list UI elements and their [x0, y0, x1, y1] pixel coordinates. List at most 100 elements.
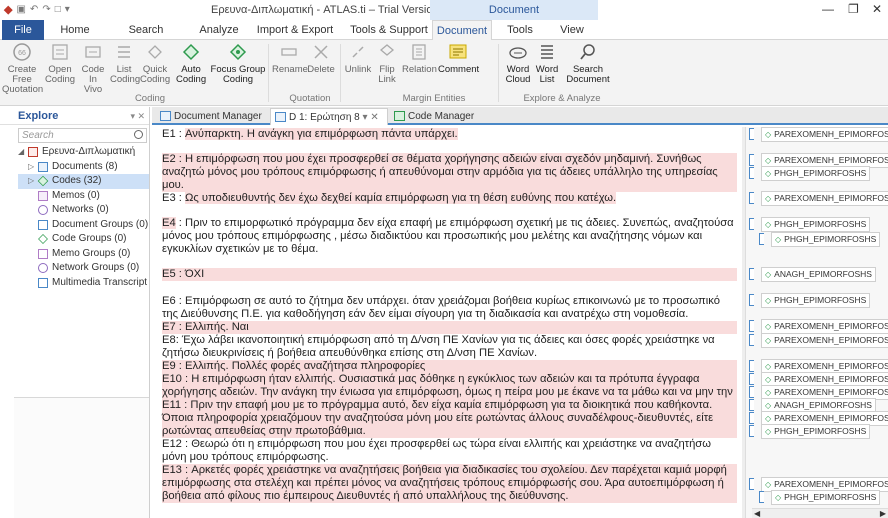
quotation-bracket[interactable] — [759, 491, 764, 503]
margin-code[interactable]: ◇ PAREXOMENH_EPIMORFOSH — [749, 332, 888, 348]
margin-code[interactable]: ◇ PHGH_EPIMORFOSHS — [749, 292, 871, 308]
quotation-bracket[interactable] — [749, 386, 754, 398]
margin-code[interactable]: ◇ PAREXOMENH_EPIMORFOSH — [749, 410, 888, 426]
quotation-bracket[interactable] — [749, 154, 754, 166]
paragraph-text[interactable]: Ελλιπής. Πολλές φορές αναζήτησα πληροφορ… — [185, 360, 425, 372]
tree-item-network-groups[interactable]: Network Groups (0) — [18, 261, 149, 276]
tree-item-networks[interactable]: Networks (0) — [18, 203, 149, 218]
scroll-right-icon[interactable]: ▶ — [880, 509, 886, 518]
quotation-bracket[interactable] — [749, 399, 754, 411]
relation-button[interactable]: Relation — [402, 42, 437, 75]
tree-item-multimedia[interactable]: Multimedia Transcript — [18, 276, 149, 291]
margin-code[interactable]: ◇ PHGH_EPIMORFOSHS — [749, 216, 871, 232]
quotation-bracket[interactable] — [749, 478, 754, 490]
quick-coding-button[interactable]: Quick Coding — [140, 42, 170, 85]
tab-tools[interactable]: Tools — [500, 20, 540, 40]
search-document-button[interactable]: Search Document — [564, 42, 612, 85]
pin-icon[interactable]: ▾ ✕ — [130, 107, 145, 125]
code-tag[interactable]: ◇ PAREXOMENH_EPIMORFOSH — [761, 332, 888, 348]
explore-search-input[interactable]: Search — [18, 128, 147, 143]
margin-code[interactable]: ◇ PHGH_EPIMORFOSHS — [749, 423, 871, 439]
quotation-bracket[interactable] — [749, 167, 754, 179]
quotation-bracket[interactable] — [749, 373, 754, 385]
paragraph-text[interactable]: Έχω λάβει ικανοποιητική επιμόρφωση από τ… — [162, 334, 715, 359]
paragraph-text[interactable]: Ανύπαρκτη. Η ανάγκη για επιμόρφωση πάντα… — [185, 128, 458, 140]
rename-button[interactable]: Rename — [272, 42, 308, 75]
new-icon[interactable]: □ — [55, 4, 61, 15]
undo-icon[interactable]: ↶ — [30, 4, 38, 15]
margin-code[interactable]: ◇ PAREXOMENH_EPIMORFOSH — [749, 358, 888, 374]
tab-close-icon[interactable]: ▾ ✕ — [363, 112, 379, 123]
code-tag[interactable]: ◇ PHGH_EPIMORFOSHS — [771, 489, 881, 505]
margin-area[interactable]: ◇ PAREXOMENH_EPIMORFOSH ◇ PAREXOMENH_EPIMO… — [745, 127, 888, 518]
code-tag[interactable]: ◇ PAREXOMENH_EPIMORFOSH — [761, 127, 888, 142]
margin-code[interactable]: ◇ PAREXOMENH_EPIMORFOSH — [749, 371, 888, 387]
tree-item-memos[interactable]: Memos (0) — [18, 189, 149, 204]
tab-document[interactable]: Document — [432, 20, 492, 41]
delete-button[interactable]: Delete — [306, 42, 336, 75]
quotation-bracket[interactable] — [749, 128, 754, 140]
auto-coding-button[interactable]: Auto Coding — [176, 42, 206, 85]
tab-import-export[interactable]: Import & Export — [255, 20, 335, 40]
margin-code[interactable]: ◇ PAREXOMENH_EPIMORFOSH — [749, 127, 888, 142]
tab-search-project[interactable]: Search Project — [110, 20, 182, 56]
margin-code[interactable]: ◇ PAREXOMENH_EPIMORFOSH — [749, 190, 888, 206]
tree-item-project[interactable]: ◢ Ερευνα-Διπλωματική — [18, 145, 149, 160]
margin-code[interactable]: ◇ PHGH_EPIMORFOSHS — [759, 231, 881, 247]
quotation-bracket[interactable] — [749, 192, 754, 204]
unlink-button[interactable]: Unlink — [344, 42, 372, 75]
tab-tools-support[interactable]: Tools & Support — [350, 20, 428, 40]
create-free-quotation-button[interactable]: 66 Create Free Quotation — [2, 42, 43, 95]
comment-button[interactable]: Comment — [438, 42, 479, 75]
tab-analyze[interactable]: Analyze — [196, 20, 242, 40]
paragraph-text[interactable]: ΌΧΙ — [185, 268, 204, 280]
customize-icon[interactable]: ▾ — [65, 4, 70, 15]
paragraph-text[interactable]: Επιμόρφωση σε αυτό το ζήτημα δεν υπάρχει… — [162, 295, 720, 320]
expand-icon[interactable]: ▷ — [28, 174, 38, 189]
tree-item-document-groups[interactable]: Document Groups (0) — [18, 218, 149, 233]
quotation-bracket[interactable] — [749, 294, 754, 306]
paragraph-text[interactable]: Αρκετές φορές χρειάστηκε να αναζητήσεις … — [162, 464, 727, 502]
margin-code[interactable]: ◇ PAREXOMENH_EPIMORFOSH — [749, 384, 888, 400]
tree-item-documents[interactable]: ▷ Documents (8) — [18, 160, 149, 175]
flip-link-button[interactable]: Flip Link — [374, 42, 400, 85]
minimize-button[interactable]: — — [822, 2, 834, 16]
margin-code[interactable]: ◇ PHGH_EPIMORFOSHS — [749, 165, 871, 181]
tab-code-manager[interactable]: Code Manager — [390, 108, 490, 125]
margin-code[interactable]: ◇ PHGH_EPIMORFOSHS — [759, 489, 881, 505]
code-tag[interactable]: ◇ PHGH_EPIMORFOSHS — [761, 216, 871, 232]
margin-code[interactable]: ◇ ANAGH_EPIMORFOSHS — [749, 266, 876, 282]
tree-item-codes[interactable]: ▷ Codes (32) — [18, 174, 149, 189]
focus-group-coding-button[interactable]: Focus Group Coding — [210, 42, 266, 85]
margin-code[interactable]: ◇ ANAGH_EPIMORFOSHS — [749, 397, 876, 413]
tree-item-code-groups[interactable]: Code Groups (0) — [18, 232, 149, 247]
quotation-bracket[interactable] — [749, 218, 754, 230]
margin-horizontal-scrollbar[interactable]: ◀ ▶ — [752, 508, 888, 518]
code-tag[interactable]: ◇ PHGH_EPIMORFOSHS — [761, 423, 871, 439]
redo-icon[interactable]: ↷ — [42, 4, 50, 15]
margin-code[interactable]: ◇ PAREXOMENH_EPIMORFOSH — [749, 318, 888, 334]
margin-code[interactable]: ◇ PAREXOMENH_EPIMORFOSH — [749, 152, 888, 168]
quotation-bracket[interactable] — [749, 334, 754, 346]
paragraph-text[interactable]: Πριν το επιμορφωτικό πρόγραμμα δεν είχα … — [162, 217, 734, 255]
save-icon[interactable]: ▣ — [16, 4, 25, 15]
scroll-left-icon[interactable]: ◀ — [754, 509, 760, 518]
expand-icon[interactable]: ▷ — [28, 160, 38, 175]
quotation-bracket[interactable] — [749, 268, 754, 280]
expand-icon[interactable]: ◢ — [18, 145, 28, 160]
quotation-bracket[interactable] — [749, 425, 754, 437]
word-list-button[interactable]: Word List — [534, 42, 560, 85]
quotation-bracket[interactable] — [749, 412, 754, 424]
tab-file[interactable]: File — [2, 20, 44, 40]
quotation-bracket[interactable] — [749, 360, 754, 372]
close-button[interactable]: ✕ — [872, 2, 882, 16]
code-tag[interactable]: ◇ ANAGH_EPIMORFOSHS — [761, 266, 876, 282]
code-tag[interactable]: ◇ PHGH_EPIMORFOSHS — [771, 231, 881, 247]
code-tag[interactable]: ◇ PAREXOMENH_EPIMORFOSH — [761, 190, 888, 206]
paragraph-text[interactable]: Ως υποδιευθυντής δεν έχω δεχθεί καμία επ… — [185, 192, 617, 204]
tree-item-memo-groups[interactable]: Memo Groups (0) — [18, 247, 149, 262]
tab-home[interactable]: Home — [56, 20, 94, 40]
tab-view[interactable]: View — [552, 20, 592, 40]
list-coding-button[interactable]: List Coding — [110, 42, 140, 85]
quotation-bracket[interactable] — [759, 233, 764, 245]
